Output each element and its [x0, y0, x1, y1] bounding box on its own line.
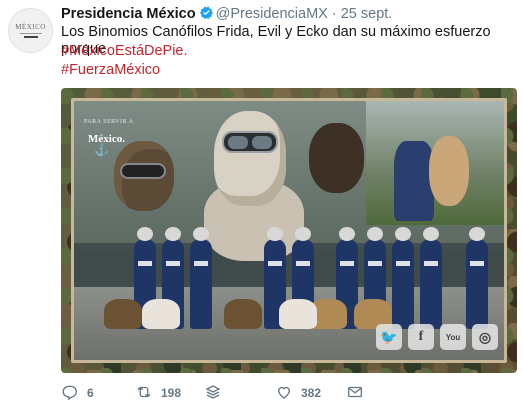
- k9-dog: [279, 298, 317, 329]
- hashtag-mexico-esta-de-pie[interactable]: #MéxicoEstáDePie.: [61, 43, 516, 62]
- avatar-bar: [23, 36, 38, 38]
- facebook-icon: f: [408, 324, 434, 350]
- tweet-text: Los Binomios Canófilos Frida, Evil y Eck…: [61, 24, 516, 81]
- tweet-header: Presidencia México @PresidenciaMX · 25 se…: [61, 5, 392, 23]
- heart-icon: [275, 383, 293, 404]
- tweet-actions: 6 198 382: [61, 383, 516, 403]
- dog-mid: [309, 123, 364, 193]
- like-button[interactable]: 382: [275, 383, 321, 403]
- avatar[interactable]: MÉXICO: [8, 8, 53, 53]
- hashtag-fuerza-mexico[interactable]: #FuerzaMéxico: [61, 62, 516, 81]
- retweet-count: 198: [161, 386, 182, 400]
- tweet-media-image[interactable]: PARA SERVIR A México. ⚓ 🐦 f You ◎: [61, 88, 517, 373]
- marine-figure: [392, 226, 414, 329]
- k9-dog: [104, 298, 142, 329]
- like-count: 382: [301, 386, 322, 400]
- twitter-icon: 🐦: [376, 324, 402, 350]
- reply-count: 6: [87, 386, 94, 400]
- marine-figure: [190, 226, 212, 329]
- k9-dog: [224, 298, 262, 329]
- reply-icon: [61, 383, 79, 404]
- retweet-icon: [135, 383, 153, 404]
- instagram-icon: ◎: [472, 324, 498, 350]
- reply-button[interactable]: 6: [61, 383, 94, 403]
- header-separator: ·: [331, 6, 337, 22]
- dog-right: [429, 136, 469, 206]
- photo-frame: PARA SERVIR A México. ⚓ 🐦 f You ◎: [71, 98, 507, 363]
- anchor-icon: ⚓: [94, 143, 109, 157]
- k9-dog: [142, 298, 180, 329]
- goggles-center: [222, 131, 278, 153]
- mail-icon: [346, 383, 364, 404]
- marine-figure: [420, 226, 442, 329]
- goggles-left: [120, 163, 166, 179]
- tweet-date[interactable]: 25 sept.: [341, 6, 393, 22]
- author-handle[interactable]: @PresidenciaMX: [216, 6, 328, 22]
- marine-figure: [466, 226, 488, 329]
- verified-badge-icon: [199, 5, 214, 20]
- tweet: MÉXICO Presidencia México @PresidenciaMX …: [0, 0, 523, 406]
- author-name[interactable]: Presidencia México: [61, 6, 196, 22]
- youtube-icon: You: [440, 324, 466, 350]
- avatar-text: MÉXICO: [15, 23, 46, 31]
- marine-with-dog: [394, 141, 434, 221]
- layers-icon: [204, 383, 222, 404]
- logo-small-text: PARA SERVIR A: [84, 119, 134, 125]
- retweet-button[interactable]: 198: [135, 383, 181, 403]
- dog-head-frida: [214, 111, 286, 206]
- para-servir-a-mexico-logo: PARA SERVIR A México. ⚓: [84, 119, 144, 159]
- direct-message-button[interactable]: [346, 383, 364, 403]
- avatar-divider: [19, 33, 42, 34]
- layers-button[interactable]: [204, 383, 222, 403]
- tweet-text-line: Los Binomios Canófilos Frida, Evil y Eck…: [61, 24, 491, 57]
